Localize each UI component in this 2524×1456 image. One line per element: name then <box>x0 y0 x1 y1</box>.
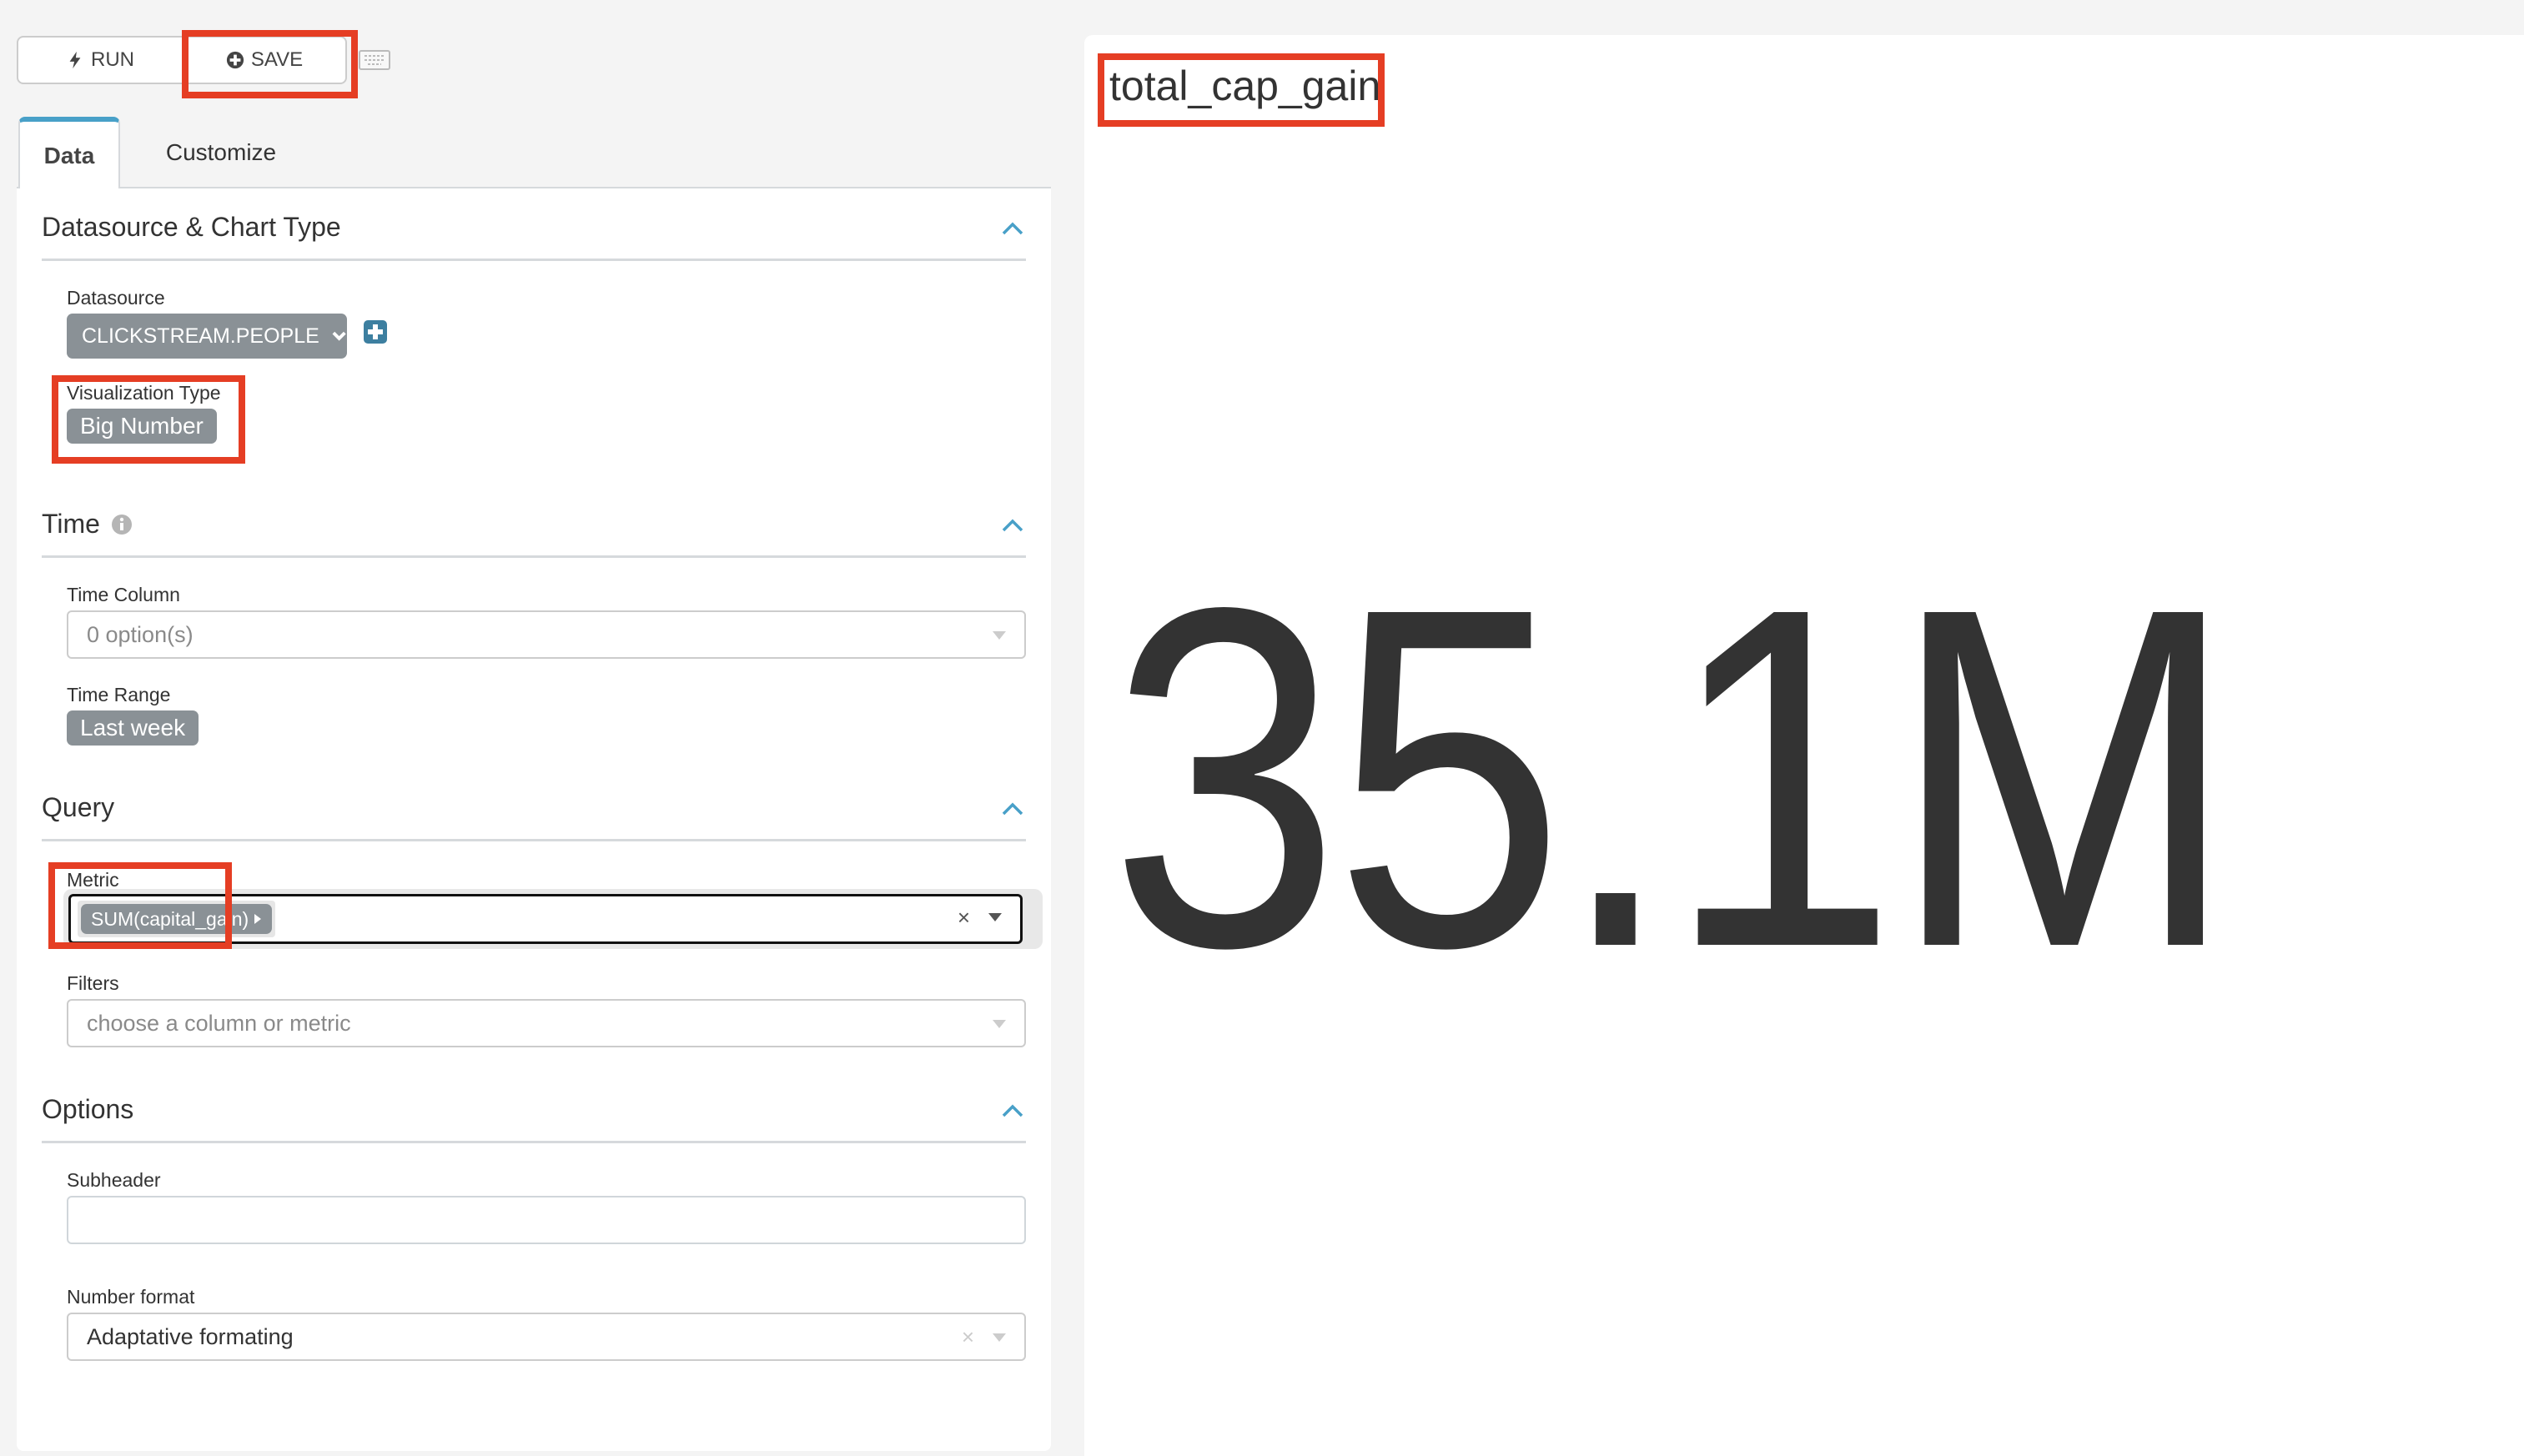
chart-title[interactable]: total_cap_gain <box>1109 62 1380 110</box>
chart-container: total_cap_gain 35.1M <box>1084 35 2524 1456</box>
section-title-time-text: Time <box>42 509 100 539</box>
chevron-up-icon[interactable] <box>1001 220 1024 237</box>
metric-tag[interactable]: SUM(capital_gain) <box>81 904 273 934</box>
caret-down-icon <box>993 631 1006 640</box>
number-format-select[interactable]: Adaptative formating × <box>67 1313 1026 1361</box>
caret-down-icon <box>993 1020 1006 1028</box>
section-title-time[interactable]: Time <box>42 509 133 540</box>
metric-select[interactable]: SUM(capital_gain) × <box>68 894 1023 944</box>
run-button[interactable]: RUN <box>17 36 184 84</box>
subheader-input[interactable] <box>67 1196 1026 1244</box>
time-range-label: Time Range <box>67 684 171 705</box>
info-icon[interactable] <box>111 514 133 535</box>
tab-data[interactable]: Data <box>18 117 120 190</box>
filters-select[interactable]: choose a column or metric <box>67 999 1026 1047</box>
caret-right-icon <box>254 914 262 924</box>
number-format-label: Number format <box>67 1286 195 1308</box>
plus-circle-icon <box>226 51 244 69</box>
clear-icon[interactable]: × <box>958 905 970 931</box>
add-datasource-icon[interactable] <box>364 320 387 344</box>
caret-down-icon[interactable] <box>993 1333 1006 1342</box>
filters-label: Filters <box>67 972 119 994</box>
bolt-icon <box>69 51 81 69</box>
time-column-select[interactable]: 0 option(s) <box>67 610 1026 659</box>
section-title-query[interactable]: Query <box>42 792 114 823</box>
viz-type-label: Visualization Type <box>67 382 221 404</box>
section-title-datasource[interactable]: Datasource & Chart Type <box>42 212 341 243</box>
viz-type-select[interactable]: Big Number <box>67 409 217 444</box>
caret-down-icon[interactable] <box>988 913 1002 921</box>
time-column-label: Time Column <box>67 584 180 605</box>
section-divider <box>42 259 1026 261</box>
save-button[interactable]: SAVE <box>184 36 347 84</box>
metric-tag-wrapper: SUM(capital_gain) <box>78 901 276 937</box>
chevron-up-icon[interactable] <box>1001 801 1024 817</box>
section-title-options[interactable]: Options <box>42 1094 133 1125</box>
metric-tag-label: SUM(capital_gain) <box>91 907 249 930</box>
time-range-select[interactable]: Last week <box>67 710 199 746</box>
run-button-label: RUN <box>91 48 134 71</box>
metric-label: Metric <box>67 869 119 891</box>
save-button-label: SAVE <box>250 48 304 71</box>
section-divider <box>42 839 1026 841</box>
control-tabs: Data Customize <box>17 117 1051 190</box>
datasource-select[interactable]: CLICKSTREAM.PEOPLE <box>67 314 347 359</box>
query-button-group: RUN SAVE <box>17 36 347 84</box>
datasource-label: Datasource <box>67 287 165 309</box>
section-divider <box>42 555 1026 558</box>
clear-icon[interactable]: × <box>962 1324 974 1350</box>
keyboard-icon[interactable] <box>359 50 390 70</box>
control-panel: Datasource & Chart Type Datasource CLICK… <box>17 188 1051 1451</box>
section-divider <box>42 1141 1026 1143</box>
time-column-placeholder: 0 option(s) <box>87 621 194 647</box>
tab-customize[interactable]: Customize <box>133 117 309 188</box>
chevron-up-icon[interactable] <box>1001 517 1024 534</box>
filters-placeholder: choose a column or metric <box>87 1010 351 1036</box>
datasource-value: CLICKSTREAM.PEOPLE <box>82 324 319 348</box>
chevron-up-icon[interactable] <box>1001 1102 1024 1119</box>
big-number-value: 35.1M <box>1109 507 2237 1047</box>
chevron-down-icon <box>332 331 346 341</box>
number-format-value: Adaptative formating <box>87 1323 294 1349</box>
subheader-label: Subheader <box>67 1169 161 1191</box>
